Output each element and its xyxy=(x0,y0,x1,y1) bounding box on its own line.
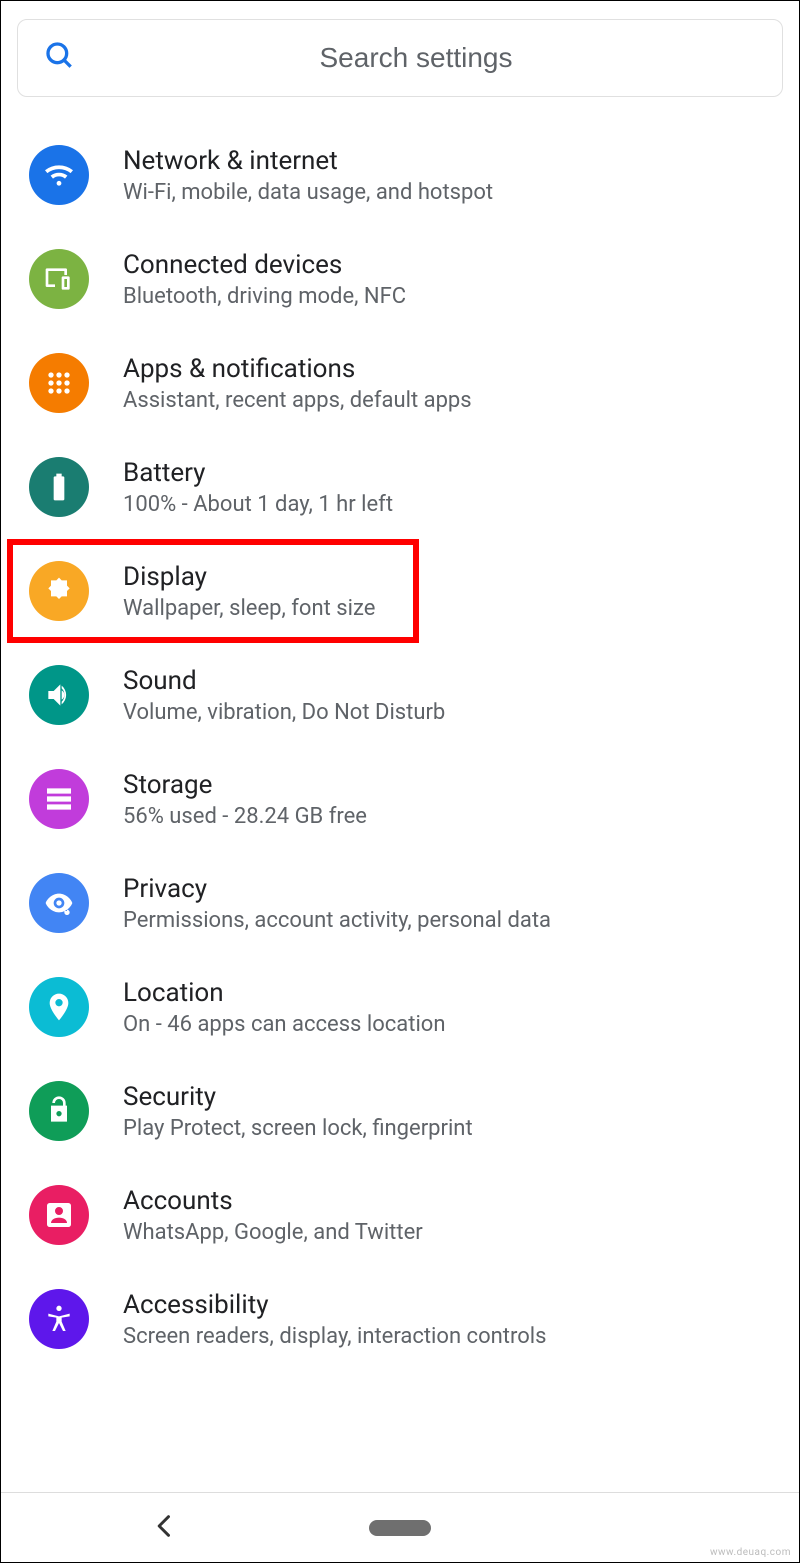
accounts-icon xyxy=(29,1185,89,1245)
item-title: Accessibility xyxy=(123,1290,546,1320)
location-icon xyxy=(29,977,89,1037)
brightness-icon xyxy=(29,561,89,621)
settings-list: Network & internet Wi-Fi, mobile, data us… xyxy=(1,115,799,1371)
settings-item-accounts[interactable]: Accounts WhatsApp, Google, and Twitter xyxy=(1,1163,799,1267)
item-text: Sound Volume, vibration, Do Not Disturb xyxy=(123,666,445,725)
devices-icon xyxy=(29,249,89,309)
settings-item-privacy[interactable]: Privacy Permissions, account activity, pe… xyxy=(1,851,799,955)
settings-item-security[interactable]: Security Play Protect, screen lock, finge… xyxy=(1,1059,799,1163)
home-gesture-pill[interactable] xyxy=(369,1520,431,1536)
wifi-icon xyxy=(29,145,89,205)
storage-icon xyxy=(29,769,89,829)
apps-icon xyxy=(29,353,89,413)
item-subtitle: Screen readers, display, interaction con… xyxy=(123,1324,546,1349)
search-icon xyxy=(44,40,76,76)
back-button[interactable] xyxy=(151,1512,179,1544)
item-text: Accounts WhatsApp, Google, and Twitter xyxy=(123,1186,423,1245)
settings-item-apps[interactable]: Apps & notifications Assistant, recent ap… xyxy=(1,331,799,435)
item-text: Battery 100% - About 1 day, 1 hr left xyxy=(123,458,393,517)
item-subtitle: Bluetooth, driving mode, NFC xyxy=(123,284,406,309)
settings-item-sound[interactable]: Sound Volume, vibration, Do Not Disturb xyxy=(1,643,799,747)
item-text: Security Play Protect, screen lock, finge… xyxy=(123,1082,473,1141)
search-input[interactable] xyxy=(76,42,756,74)
item-text: Privacy Permissions, account activity, pe… xyxy=(123,874,551,933)
item-title: Security xyxy=(123,1082,473,1112)
item-title: Battery xyxy=(123,458,393,488)
search-bar[interactable] xyxy=(17,19,783,97)
settings-item-storage[interactable]: Storage 56% used - 28.24 GB free xyxy=(1,747,799,851)
settings-item-display[interactable]: Display Wallpaper, sleep, font size xyxy=(1,539,799,643)
settings-item-connected[interactable]: Connected devices Bluetooth, driving mode… xyxy=(1,227,799,331)
item-title: Privacy xyxy=(123,874,551,904)
settings-item-accessibility[interactable]: Accessibility Screen readers, display, in… xyxy=(1,1267,799,1371)
settings-item-location[interactable]: Location On - 46 apps can access location xyxy=(1,955,799,1059)
item-title: Sound xyxy=(123,666,445,696)
item-text: Apps & notifications Assistant, recent ap… xyxy=(123,354,472,413)
item-subtitle: Play Protect, screen lock, fingerprint xyxy=(123,1116,473,1141)
item-text: Display Wallpaper, sleep, font size xyxy=(123,562,375,621)
system-nav-bar xyxy=(1,1492,799,1562)
item-title: Storage xyxy=(123,770,367,800)
item-title: Connected devices xyxy=(123,250,406,280)
item-title: Display xyxy=(123,562,375,592)
item-subtitle: WhatsApp, Google, and Twitter xyxy=(123,1220,423,1245)
item-text: Network & internet Wi-Fi, mobile, data us… xyxy=(123,146,493,205)
item-subtitle: Permissions, account activity, personal … xyxy=(123,908,551,933)
item-subtitle: Volume, vibration, Do Not Disturb xyxy=(123,700,445,725)
item-title: Location xyxy=(123,978,446,1008)
item-subtitle: Assistant, recent apps, default apps xyxy=(123,388,472,413)
settings-item-battery[interactable]: Battery 100% - About 1 day, 1 hr left xyxy=(1,435,799,539)
battery-icon xyxy=(29,457,89,517)
item-text: Location On - 46 apps can access location xyxy=(123,978,446,1037)
watermark: www.deuaq.com xyxy=(710,1547,791,1558)
item-subtitle: Wi-Fi, mobile, data usage, and hotspot xyxy=(123,180,493,205)
sound-icon xyxy=(29,665,89,725)
security-icon xyxy=(29,1081,89,1141)
item-title: Accounts xyxy=(123,1186,423,1216)
item-text: Connected devices Bluetooth, driving mode… xyxy=(123,250,406,309)
item-subtitle: 100% - About 1 day, 1 hr left xyxy=(123,492,393,517)
item-text: Storage 56% used - 28.24 GB free xyxy=(123,770,367,829)
item-subtitle: On - 46 apps can access location xyxy=(123,1012,446,1037)
item-title: Apps & notifications xyxy=(123,354,472,384)
privacy-icon xyxy=(29,873,89,933)
settings-item-network[interactable]: Network & internet Wi-Fi, mobile, data us… xyxy=(1,123,799,227)
item-subtitle: Wallpaper, sleep, font size xyxy=(123,596,375,621)
item-text: Accessibility Screen readers, display, in… xyxy=(123,1290,546,1349)
item-subtitle: 56% used - 28.24 GB free xyxy=(123,804,367,829)
item-title: Network & internet xyxy=(123,146,493,176)
accessibility-icon xyxy=(29,1289,89,1349)
